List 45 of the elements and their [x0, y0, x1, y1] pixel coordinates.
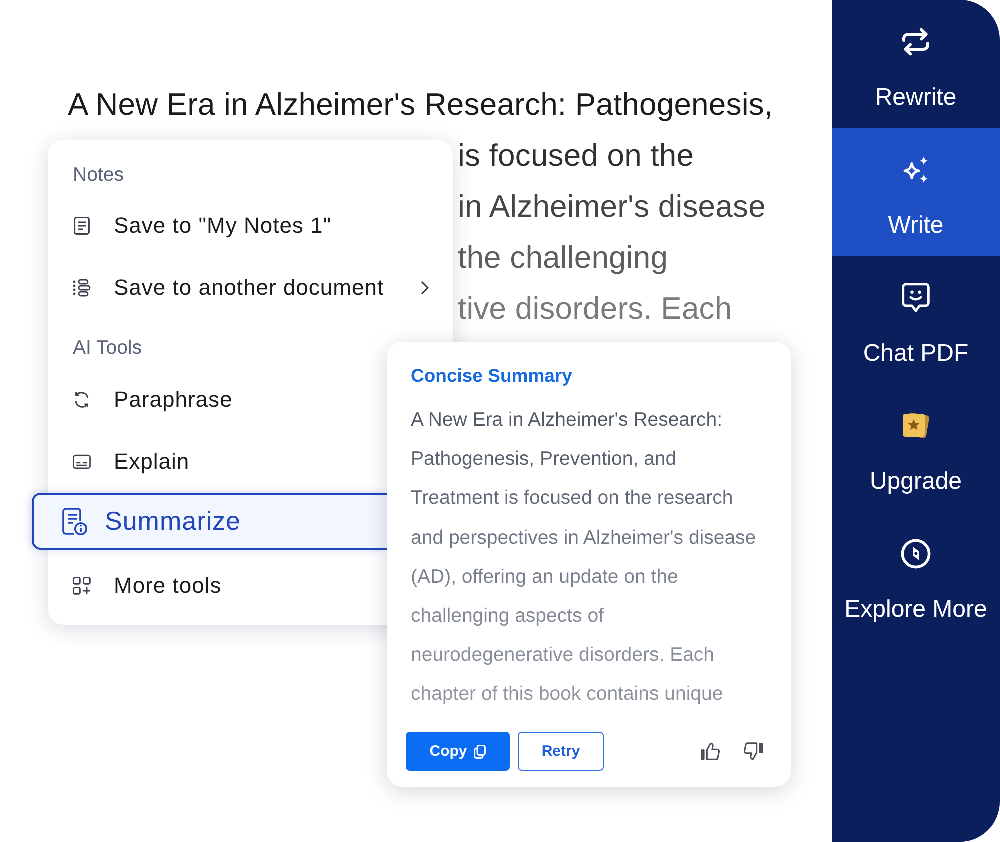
menu-item[interactable]: Summarize: [32, 493, 387, 550]
menu-item-label: More tools: [114, 573, 222, 599]
document-info-icon: [62, 508, 88, 536]
menu-item-label: Paraphrase: [114, 387, 233, 413]
sidebar-item-label: Chat PDF: [863, 341, 969, 367]
copy-button[interactable]: Copy: [406, 732, 510, 771]
menu-item-label: Save to "My Notes 1": [114, 213, 332, 239]
chat-bubble-icon: [901, 283, 931, 313]
sidebar-item[interactable]: Explore More: [832, 512, 1000, 640]
note-icon: [73, 217, 91, 235]
subtitles-icon: [73, 453, 91, 471]
sidebar-item-label: Upgrade: [870, 469, 962, 495]
sidebar-item-label: Rewrite: [875, 85, 957, 111]
star-card-icon: [901, 411, 931, 441]
document-text-line: A New Era in Alzheimer's Research: Pathogenesis,: [68, 86, 774, 124]
grid-plus-icon: [73, 577, 91, 595]
document-text-line: the challenging: [458, 239, 668, 277]
document-text-line: is focused on the: [458, 137, 694, 175]
sidebar-item-label: Write: [888, 213, 944, 239]
menu-item[interactable]: Explain: [48, 431, 385, 493]
sidebar-item-label: Explore More: [844, 597, 988, 623]
sidebar-item[interactable]: Rewrite: [832, 0, 1000, 128]
retry-button[interactable]: Retry: [518, 732, 604, 771]
menu-item[interactable]: Save to "My Notes 1": [48, 195, 453, 257]
menu-item[interactable]: Paraphrase: [48, 369, 385, 431]
thumbs-up-icon[interactable]: [700, 742, 721, 761]
refresh-icon: [73, 391, 91, 409]
sidebar-item[interactable]: Chat PDF: [832, 256, 1000, 384]
sidebar-item[interactable]: Write: [832, 128, 1000, 256]
menu-section-heading: Notes: [73, 163, 124, 188]
copy-icon: [474, 744, 486, 758]
sidebar-item[interactable]: Upgrade: [832, 384, 1000, 512]
menu-section-heading: AI Tools: [73, 336, 142, 361]
menu-item-label: Save to another document: [114, 275, 384, 301]
thumbs-down-icon[interactable]: [743, 742, 764, 761]
menu-item[interactable]: Save to another document: [48, 257, 453, 319]
menu-item-label: Summarize: [105, 506, 241, 537]
repeat-icon: [901, 27, 931, 57]
document-text-line: in Alzheimer's disease: [458, 188, 766, 226]
compass-icon: [901, 539, 931, 569]
menu-item[interactable]: More tools: [48, 555, 385, 617]
list-icon: [73, 279, 91, 297]
document-text-line: tive disorders. Each: [458, 290, 732, 328]
menu-item-label: Explain: [114, 449, 190, 475]
summary-title: Concise Summary: [411, 364, 574, 388]
